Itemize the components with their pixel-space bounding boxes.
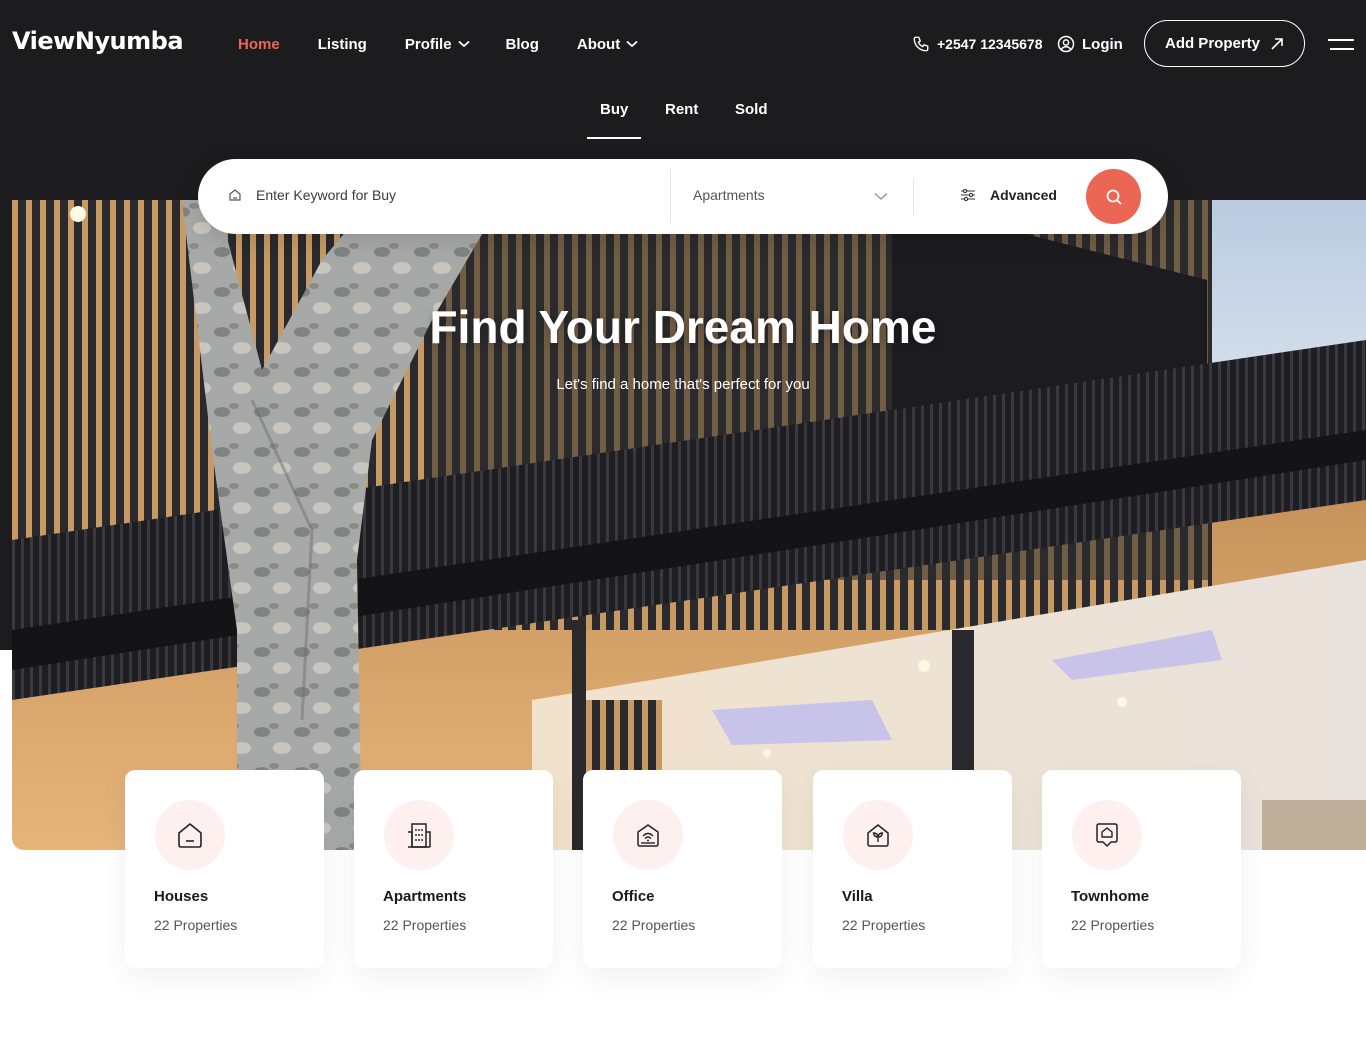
active-tab-indicator — [587, 137, 641, 139]
listing-type-tabs: Buy Rent Sold — [586, 100, 786, 140]
category-card-villa[interactable]: Villa 22 Properties — [813, 770, 1012, 968]
category-icon-circle — [1072, 800, 1142, 870]
category-count: 22 Properties — [383, 917, 467, 933]
category-title: Office — [612, 888, 655, 905]
tab-rent[interactable]: Rent — [665, 101, 698, 118]
search-bar: Apartments Advanced — [198, 159, 1168, 234]
keyword-search-input[interactable] — [256, 187, 656, 203]
category-card-office[interactable]: Office 22 Properties — [583, 770, 782, 968]
advanced-search-button[interactable]: Advanced — [960, 187, 1057, 203]
category-card-townhome[interactable]: Townhome 22 Properties — [1042, 770, 1241, 968]
nav-home[interactable]: Home — [238, 35, 280, 53]
property-type-select[interactable]: Apartments — [693, 187, 888, 207]
office-icon — [637, 824, 659, 847]
hero-building-illustration — [12, 200, 1366, 850]
add-property-button[interactable]: Add Property — [1144, 20, 1305, 67]
category-icon-circle — [843, 800, 913, 870]
filter-sliders-icon — [961, 188, 975, 202]
nav-blog-label: Blog — [505, 35, 539, 53]
chevron-down-icon — [874, 192, 888, 201]
nav-home-label: Home — [238, 35, 280, 53]
category-count: 22 Properties — [612, 917, 696, 933]
nav-listing-label: Listing — [317, 35, 367, 53]
category-title: Villa — [842, 888, 873, 905]
tab-buy[interactable]: Buy — [600, 101, 628, 118]
nav-blog[interactable]: Blog — [506, 35, 539, 53]
search-divider — [913, 179, 914, 215]
menu-toggle-icon[interactable] — [1328, 37, 1356, 51]
category-count: 22 Properties — [842, 917, 926, 933]
arrow-up-right-icon — [1271, 37, 1283, 50]
category-count: 22 Properties — [154, 917, 238, 933]
category-title: Houses — [154, 888, 209, 905]
advanced-label: Advanced — [990, 187, 1057, 203]
login-link[interactable]: Login — [1057, 35, 1123, 53]
nav-about-label: About — [576, 35, 621, 53]
property-type-value: Apartments — [693, 187, 765, 203]
phone-icon — [913, 36, 929, 52]
search-divider — [670, 169, 671, 223]
home-outline-icon — [229, 189, 241, 201]
category-title: Townhome — [1071, 888, 1150, 905]
tab-sold[interactable]: Sold — [735, 101, 768, 118]
building-icon — [408, 823, 431, 848]
search-icon — [1106, 189, 1122, 205]
nav-listing[interactable]: Listing — [318, 35, 367, 53]
site-header: ViewNyumba Home Listing Profile Blog Abo… — [0, 0, 1366, 88]
category-icon-circle — [384, 800, 454, 870]
phone-number: +2547 12345678 — [937, 36, 1043, 52]
category-card-houses[interactable]: Houses 22 Properties — [125, 770, 324, 968]
hero-image — [12, 200, 1366, 850]
add-property-label: Add Property — [1164, 35, 1260, 52]
nav-about[interactable]: About — [577, 35, 638, 53]
chevron-down-icon — [626, 40, 638, 48]
hero-title: Find Your Dream Home — [429, 301, 937, 353]
category-title: Apartments — [383, 888, 467, 905]
phone-link[interactable]: +2547 12345678 — [912, 35, 1043, 53]
category-count: 22 Properties — [1071, 917, 1155, 933]
category-icon-circle — [155, 800, 225, 870]
townhome-icon — [1096, 823, 1118, 847]
category-card-apartments[interactable]: Apartments 22 Properties — [354, 770, 553, 968]
house-icon — [178, 823, 202, 848]
villa-icon — [867, 824, 889, 847]
user-circle-icon — [1057, 35, 1075, 53]
main-nav: Home Listing Profile Blog About — [238, 35, 638, 53]
nav-profile[interactable]: Profile — [405, 35, 470, 53]
chevron-down-icon — [457, 40, 470, 48]
category-icon-circle — [613, 800, 683, 870]
nav-profile-label: Profile — [404, 35, 452, 53]
login-label: Login — [1082, 35, 1123, 53]
hero-subtitle: Let's find a home that's perfect for you — [556, 376, 810, 393]
search-submit-button[interactable] — [1086, 169, 1141, 224]
site-logo[interactable]: ViewNyumba — [12, 27, 184, 55]
